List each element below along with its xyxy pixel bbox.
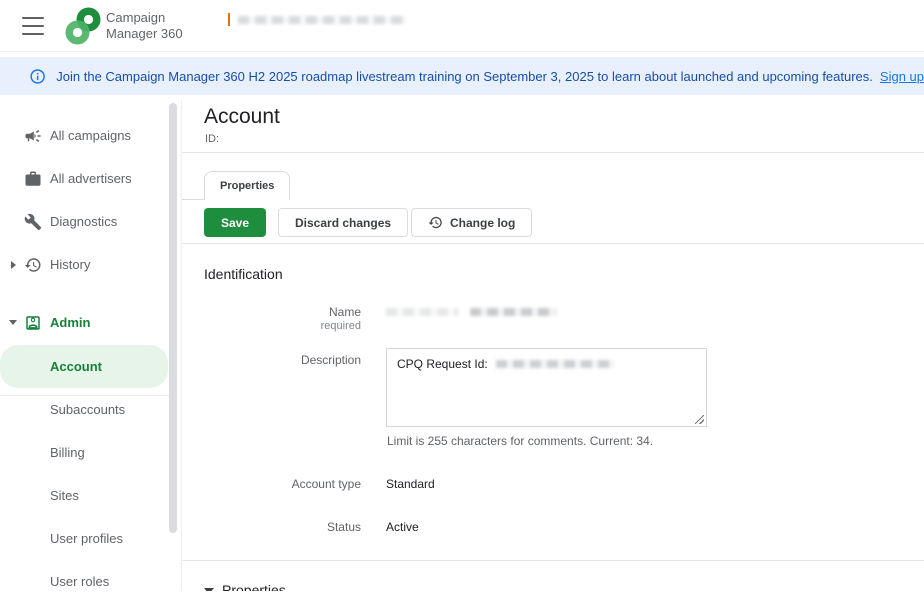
chevron-right-icon: [11, 261, 16, 269]
sidebar-item-user-profiles[interactable]: User profiles: [0, 517, 168, 560]
sidebar-item-label: Admin: [50, 315, 90, 330]
app-title: Campaign Manager 360: [106, 10, 183, 42]
tab-bar-border: [182, 199, 205, 200]
sidebar-item-label: Subaccounts: [50, 402, 125, 417]
name-field-value-redacted[interactable]: [386, 308, 556, 316]
megaphone-icon: [24, 127, 42, 145]
description-helper-text: Limit is 255 characters for comments. Cu…: [387, 434, 653, 448]
divider: [182, 152, 924, 153]
sidebar-item-history[interactable]: History: [0, 243, 170, 286]
description-textarea[interactable]: CPQ Request Id:: [386, 348, 707, 427]
banner-message: Join the Campaign Manager 360 H2 2025 ro…: [56, 69, 873, 84]
sidebar-item-label: User profiles: [50, 531, 123, 546]
sidebar-item-label: Diagnostics: [50, 214, 117, 229]
status-label: Status: [182, 520, 361, 534]
sidebar-item-diagnostics[interactable]: Diagnostics: [0, 200, 170, 243]
name-required-label: required: [182, 320, 361, 332]
sidebar-item-label: Account: [50, 359, 102, 374]
tab-label: Properties: [220, 180, 274, 192]
sidebar-item-subaccounts[interactable]: Subaccounts: [0, 388, 168, 431]
save-button[interactable]: Save: [204, 208, 266, 237]
sidebar-scrollbar[interactable]: [169, 103, 177, 533]
menu-hamburger-icon[interactable]: [22, 17, 44, 35]
redacted-text: [386, 308, 458, 316]
change-log-button[interactable]: Change log: [411, 208, 532, 237]
divider: [182, 560, 924, 561]
app-header: Campaign Manager 360: [0, 0, 924, 52]
sidebar-item-all-campaigns[interactable]: All campaigns: [0, 114, 170, 157]
app-title-line1: Campaign: [106, 10, 183, 26]
identification-heading: Identification: [204, 266, 283, 282]
sidebar-nav: All campaigns All advertisers Diagnostic…: [0, 100, 180, 591]
sidebar-item-label: History: [50, 257, 90, 272]
sidebar-item-admin[interactable]: Admin: [0, 301, 170, 344]
sidebar-item-label: Sites: [50, 488, 79, 503]
redacted-account-name: [238, 16, 406, 24]
save-button-label: Save: [221, 216, 249, 230]
description-field-label: Description: [182, 353, 361, 367]
history-icon: [24, 256, 42, 274]
change-log-button-label: Change log: [450, 216, 515, 230]
campaign-manager-logo-icon: [63, 6, 103, 51]
textarea-resize-handle-icon[interactable]: [695, 415, 704, 424]
sidebar-item-all-advertisers[interactable]: All advertisers: [0, 157, 170, 200]
redacted-text: [496, 360, 614, 368]
status-value: Active: [386, 520, 419, 534]
app-title-line2: Manager 360: [106, 26, 183, 42]
sidebar-item-account[interactable]: Account: [0, 345, 168, 388]
page-title: Account: [204, 105, 280, 129]
account-id-label: ID:: [205, 133, 219, 145]
banner-signup-link[interactable]: Sign up: [880, 69, 924, 84]
sidebar-item-sites[interactable]: Sites: [0, 474, 168, 517]
discard-changes-button[interactable]: Discard changes: [278, 208, 408, 237]
name-field-label: Name: [182, 305, 361, 319]
sidebar-item-user-roles[interactable]: User roles: [0, 560, 168, 603]
wrench-icon: [24, 213, 42, 231]
sidebar-item-label: Billing: [50, 445, 85, 460]
main-content: Account ID: Properties Save Discard chan…: [181, 100, 924, 591]
notification-banner: Join the Campaign Manager 360 H2 2025 ro…: [0, 57, 924, 95]
sidebar-item-label: All campaigns: [50, 128, 131, 143]
account-type-value: Standard: [386, 477, 435, 491]
info-icon: [29, 67, 46, 86]
account-type-label: Account type: [182, 477, 361, 491]
redacted-account-cursor: [228, 13, 230, 26]
tab-properties[interactable]: Properties: [204, 171, 290, 200]
properties-section-header[interactable]: Properties: [204, 582, 286, 591]
change-log-history-icon: [428, 215, 443, 230]
redacted-text: [470, 308, 556, 316]
account-box-icon: [24, 314, 42, 332]
briefcase-icon: [24, 170, 42, 188]
divider: [182, 243, 924, 244]
sidebar-item-label: User roles: [50, 574, 109, 589]
sidebar-item-billing[interactable]: Billing: [0, 431, 168, 474]
discard-button-label: Discard changes: [295, 216, 391, 230]
description-visible-text: CPQ Request Id:: [397, 357, 488, 371]
sidebar-item-label: All advertisers: [50, 171, 132, 186]
chevron-down-icon: [9, 320, 17, 325]
properties-section-label: Properties: [222, 582, 286, 591]
